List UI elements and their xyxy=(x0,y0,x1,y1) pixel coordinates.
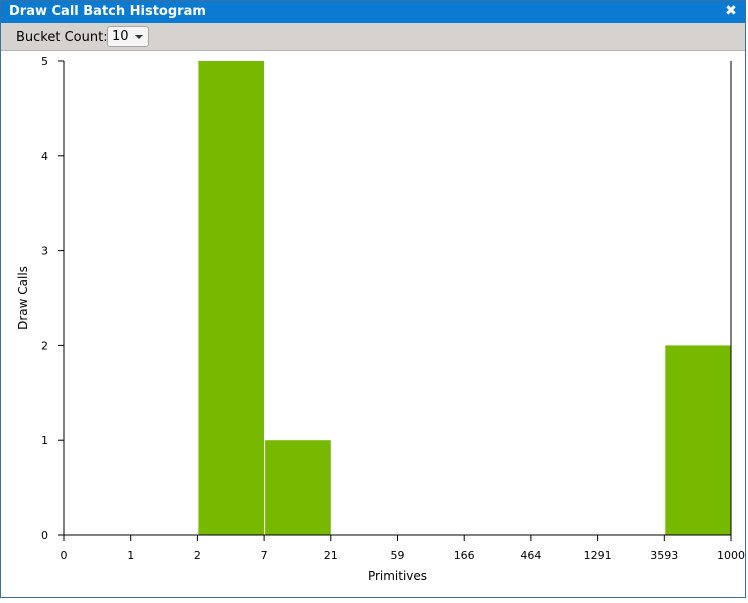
x-tick-label: 1291 xyxy=(584,549,612,562)
bucket-count-value: 10 xyxy=(112,29,129,44)
bucket-count-label: Bucket Count: xyxy=(16,30,108,45)
title-bar: Draw Call Batch Histogram ✖ xyxy=(1,1,745,23)
y-tick-label: 2 xyxy=(41,339,48,352)
x-tick-label: 166 xyxy=(454,549,475,562)
y-tick-label: 5 xyxy=(41,55,48,68)
x-tick-label: 3593 xyxy=(650,549,678,562)
close-icon[interactable]: ✖ xyxy=(723,3,739,19)
x-tick-label: 0 xyxy=(61,549,68,562)
window-title: Draw Call Batch Histogram xyxy=(9,4,206,19)
y-tick-label: 3 xyxy=(41,245,48,258)
x-axis-label: Primitives xyxy=(368,569,427,583)
chevron-down-icon xyxy=(135,35,143,39)
histogram-window: Draw Call Batch Histogram ✖ Bucket Count… xyxy=(0,0,746,598)
histogram-chart: 0 1 2 3 4 5 0 1 2 7 21 59 166 464 1291 3593 1000 Primitiv… xyxy=(16,55,745,583)
y-tick-label: 4 xyxy=(41,150,48,163)
chart-area: 0 1 2 3 4 5 0 1 2 7 21 59 166 464 1291 3593 1000 Primitiv… xyxy=(1,51,747,599)
y-tick-label: 0 xyxy=(41,529,48,542)
x-tick-label: 59 xyxy=(391,549,405,562)
y-axis-label: Draw Calls xyxy=(16,266,30,330)
x-tick-label: 21 xyxy=(324,549,338,562)
toolbar: Bucket Count: 10 xyxy=(1,23,745,51)
histogram-bar xyxy=(265,440,331,535)
x-tick-label: 2 xyxy=(194,549,201,562)
x-tick-label: 464 xyxy=(520,549,541,562)
x-tick-label: 1 xyxy=(127,549,134,562)
histogram-bar xyxy=(198,61,265,535)
x-tick-label: 7 xyxy=(261,549,268,562)
y-tick-label: 1 xyxy=(41,434,48,447)
x-tick-label: 1000 xyxy=(717,549,745,562)
bucket-count-select[interactable]: 10 xyxy=(107,26,149,47)
histogram-bar xyxy=(665,345,731,535)
